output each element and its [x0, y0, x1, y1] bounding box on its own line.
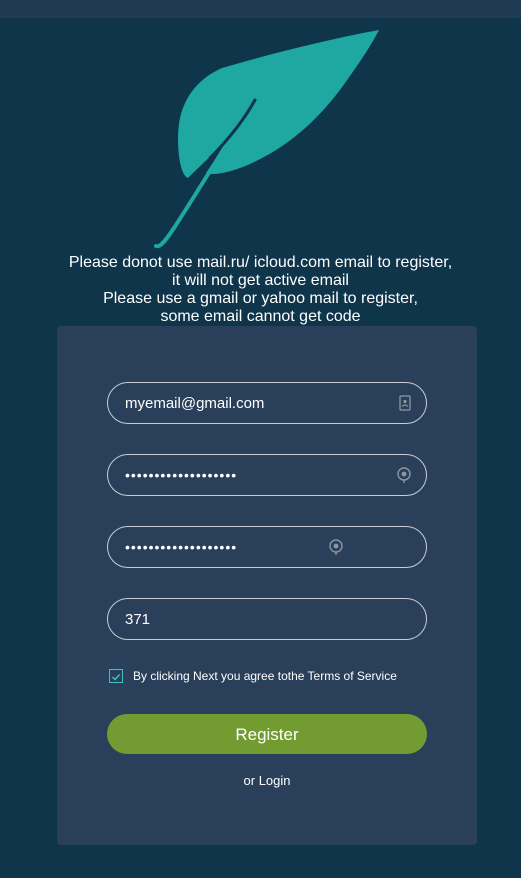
password-field[interactable] — [108, 455, 426, 495]
email-field[interactable] — [108, 383, 426, 423]
confirm-password-field[interactable] — [108, 527, 426, 567]
register-button[interactable]: Register — [107, 714, 427, 754]
login-prefix: or — [243, 773, 256, 788]
terms-agreement: By clicking Next you agree tothe Terms o… — [107, 668, 437, 686]
feather-logo-icon — [154, 30, 379, 249]
email-field-wrapper — [107, 382, 427, 424]
contact-card-icon — [399, 395, 411, 411]
verification-code-field[interactable] — [108, 599, 426, 639]
checkmark-icon — [111, 673, 121, 681]
eye-icon[interactable] — [395, 466, 413, 484]
login-link[interactable]: Login — [259, 773, 291, 788]
notice-line: Please donot use mail.ru/ icloud.com ema… — [68, 254, 453, 271]
notice-line: it will not get active email — [172, 272, 349, 289]
password-field-wrapper — [107, 454, 427, 496]
code-field-wrapper — [107, 598, 427, 640]
eye-icon[interactable] — [327, 538, 345, 556]
terms-label: By clicking Next you agree tothe Terms o… — [133, 669, 397, 683]
login-line: or Login — [57, 773, 477, 788]
register-card: By clicking Next you agree tothe Terms o… — [57, 326, 477, 845]
top-bar — [0, 0, 521, 18]
confirm-password-field-wrapper — [107, 526, 427, 568]
notice-line: Please use a gmail or yahoo mail to regi… — [103, 290, 418, 307]
notice-line: some email cannot get code — [160, 308, 361, 325]
registration-notice: Please donot use mail.ru/ icloud.com ema… — [0, 254, 521, 326]
terms-checkbox[interactable] — [109, 669, 123, 683]
